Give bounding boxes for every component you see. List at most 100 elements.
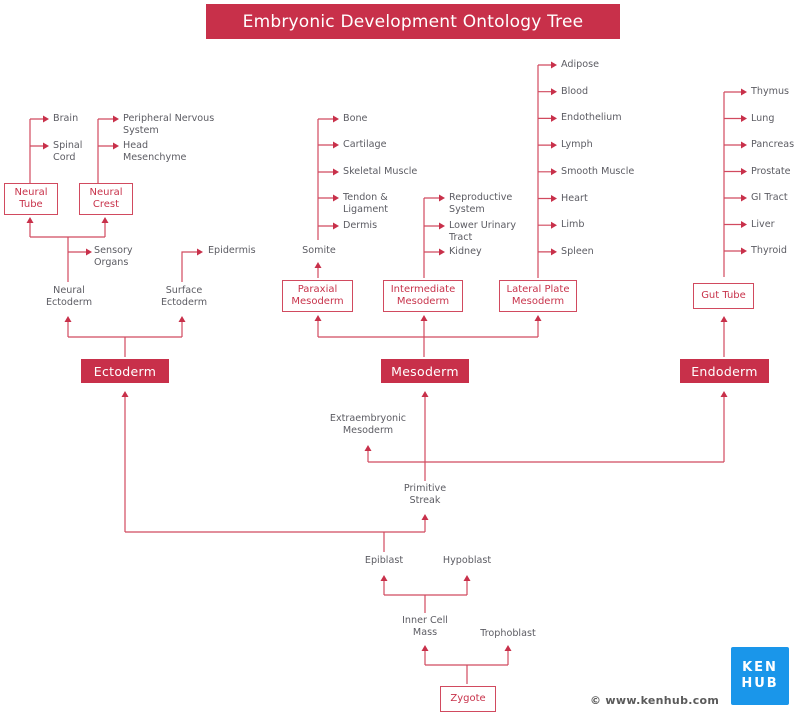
gut-tube-child-label-line-1: Lung xyxy=(751,112,775,124)
neural-tube-node: Neural Tube xyxy=(4,183,58,215)
arrow-up-icon xyxy=(121,391,129,397)
somite-child-label-line-1: Tendon & xyxy=(343,192,388,203)
intermediate-child-label: Kidney xyxy=(449,246,482,258)
arrow-right-icon xyxy=(741,194,747,202)
neural-ectoderm-label: Neural Ectoderm xyxy=(46,285,92,309)
arrow-up-icon xyxy=(420,315,428,321)
lateral-plate-label-2: Mesoderm xyxy=(511,296,565,307)
arrow-right-icon xyxy=(43,115,49,123)
somite-child-label: Dermis xyxy=(343,220,377,232)
neural-crest-node: Neural Crest xyxy=(79,183,133,215)
arrow-up-icon xyxy=(101,217,109,223)
sensory-organs-line-2: Organs xyxy=(94,257,129,268)
arrow-up-icon xyxy=(720,316,728,322)
gut-tube-child-label: Thymus xyxy=(751,86,789,98)
somite-child-label-line-1: Dermis xyxy=(343,220,378,231)
arrow-right-icon xyxy=(439,248,445,256)
gut-tube-child-label: GI Tract xyxy=(751,192,788,204)
gut-tube-child-label: Prostate xyxy=(751,166,791,178)
somite-child-label-line-2: Ligament xyxy=(343,204,389,215)
trophoblast-label: Trophoblast xyxy=(480,628,536,639)
arrow-up-icon xyxy=(534,315,542,321)
lateral-plate-label-1: Lateral Plate xyxy=(506,283,570,295)
arrow-up-icon xyxy=(380,575,388,581)
lateral-plate-child-label-line-1: Limb xyxy=(561,219,585,231)
inner-cell-mass-line-2: Mass xyxy=(412,627,438,638)
zygote-node: Zygote xyxy=(440,686,496,712)
neural-tube-child-label-line-1: Spinal xyxy=(53,140,83,151)
arrow-right-icon xyxy=(551,248,557,256)
extraembryonic-line-1: Extraembryonic xyxy=(329,413,407,424)
gut-tube-child-label-line-1: Prostate xyxy=(751,165,791,177)
arrow-right-icon xyxy=(551,61,557,69)
arrow-right-icon xyxy=(439,194,445,202)
lateral-plate-child-label-line-1: Smooth Muscle xyxy=(561,165,635,177)
intermediate-mesoderm-node: Intermediate Mesoderm xyxy=(383,280,463,312)
intermediate-child-label-line-1: Reproductive xyxy=(449,192,513,203)
neural-crest-child-label: Peripheral Nervous System xyxy=(123,113,214,137)
kenhub-logo[interactable]: KEN HUB xyxy=(731,647,789,705)
gut-tube-child-label: Liver xyxy=(751,219,775,231)
surface-ectoderm-line-2: Ectoderm xyxy=(160,297,208,308)
lateral-plate-child-label: Smooth Muscle xyxy=(561,166,634,178)
lateral-plate-child-label: Lymph xyxy=(561,139,593,151)
intermediate-child-label-line-1: Lower Urinary xyxy=(449,220,517,231)
arrow-up-icon xyxy=(314,262,322,268)
neural-ectoderm-line-1: Neural xyxy=(53,285,85,296)
neural-ectoderm-line-2: Ectoderm xyxy=(45,297,93,308)
arrow-right-icon xyxy=(741,247,747,255)
primitive-streak-line-1: Primitive xyxy=(403,483,447,494)
mesoderm-node: Mesoderm xyxy=(381,359,469,383)
sensory-organs-label: Sensory Organs xyxy=(94,245,133,269)
inner-cell-mass-line-1: Inner Cell xyxy=(402,615,448,626)
ectoderm-node: Ectoderm xyxy=(81,359,169,383)
primitive-streak-label: Primitive Streak xyxy=(404,483,446,507)
arrow-right-icon xyxy=(551,114,557,122)
arrow-right-icon xyxy=(741,168,747,175)
somite-label: Somite xyxy=(302,245,336,256)
lateral-plate-child-label-line-1: Heart xyxy=(561,192,588,204)
lateral-plate-mesoderm-node: Lateral Plate Mesoderm xyxy=(499,280,577,312)
primitive-streak-line-2: Streak xyxy=(409,495,441,506)
neural-tube-child-label-line-1: Brain xyxy=(53,113,79,124)
arrow-up-icon xyxy=(421,514,429,520)
lateral-plate-child-label-line-1: Spleen xyxy=(561,245,594,257)
lateral-plate-child-label: Heart xyxy=(561,193,588,205)
surface-ectoderm-line-1: Surface xyxy=(165,285,203,296)
lateral-plate-child-label-line-1: Blood xyxy=(561,85,589,97)
lateral-plate-child-label-line-1: Adipose xyxy=(561,59,600,70)
epidermis-label: Epidermis xyxy=(208,245,256,256)
somite-child-label-line-1: Bone xyxy=(343,113,368,124)
copyright-text[interactable]: © www.kenhub.com xyxy=(590,694,719,707)
arrow-right-icon xyxy=(551,221,557,229)
somite-child-label: Bone xyxy=(343,113,367,125)
arrow-right-icon xyxy=(741,115,747,122)
lateral-plate-child-label-line-1: Lymph xyxy=(561,139,593,151)
epiblast-label: Epiblast xyxy=(364,555,404,566)
arrow-up-icon xyxy=(314,315,322,321)
arrow-right-icon xyxy=(333,141,339,149)
arrow-right-icon xyxy=(333,194,339,202)
somite-child-label-line-1: Cartilage xyxy=(343,139,387,150)
arrow-right-icon xyxy=(741,141,747,149)
arrow-up-icon xyxy=(720,391,728,397)
neural-crest-child-label-line-2: Mesenchyme xyxy=(123,152,187,163)
connector-line xyxy=(181,251,199,282)
neural-crest-label-2: Crest xyxy=(92,199,120,210)
arrow-right-icon xyxy=(439,222,445,230)
arrow-up-icon xyxy=(421,645,429,651)
gut-tube-node: Gut Tube xyxy=(693,283,754,309)
lateral-plate-child-label: Limb xyxy=(561,219,584,231)
neural-crest-child-label: Head Mesenchyme xyxy=(123,140,186,164)
arrow-right-icon xyxy=(113,142,119,150)
somite-child-label: Skeletal Muscle xyxy=(343,166,417,178)
neural-tube-label-2: Tube xyxy=(19,199,43,210)
paraxial-label-1: Paraxial xyxy=(297,283,338,295)
arrow-up-icon xyxy=(504,645,512,651)
neural-tube-child-label: Spinal Cord xyxy=(53,140,82,164)
intermediate-child-label-line-1: Kidney xyxy=(449,246,482,257)
neural-tube-child-label: Brain xyxy=(53,113,78,125)
gut-tube-child-label-line-1: Thymus xyxy=(751,86,790,97)
surface-ectoderm-label: Surface Ectoderm xyxy=(161,285,207,309)
neural-crest-child-label-line-1: Head xyxy=(123,140,149,151)
